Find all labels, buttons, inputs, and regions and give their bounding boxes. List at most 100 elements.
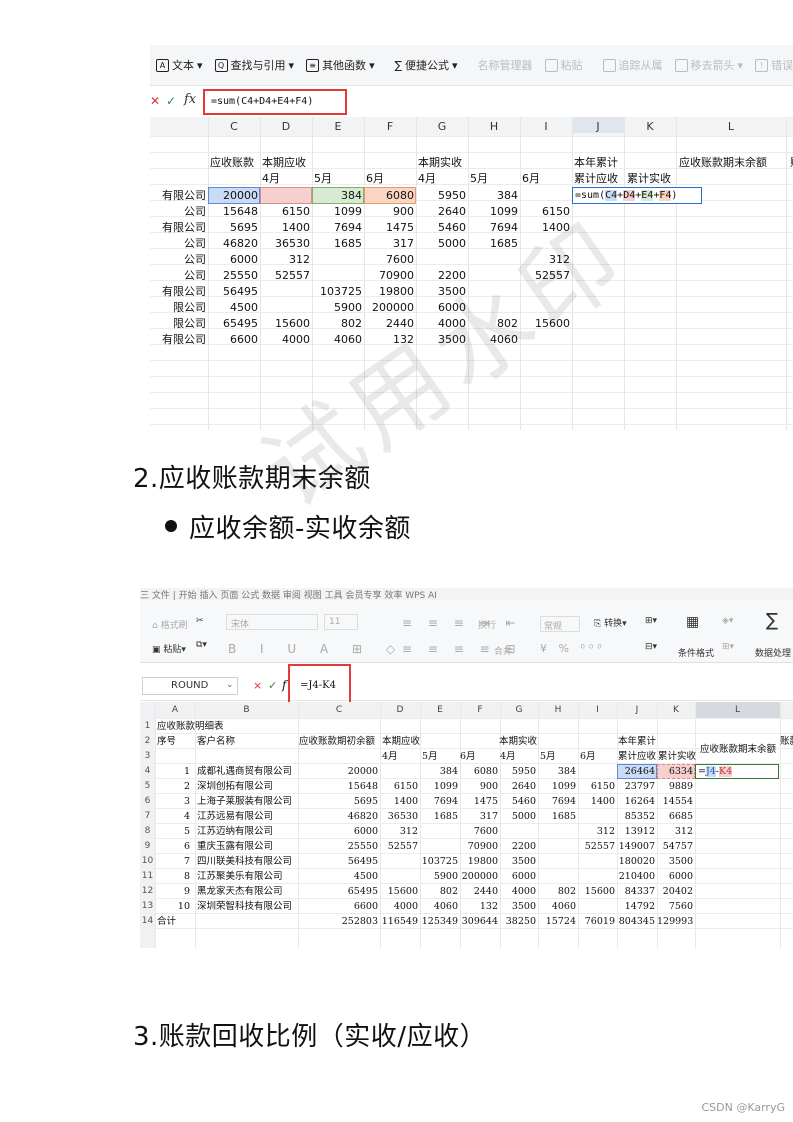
month-cell[interactable]: 5月: [422, 749, 438, 764]
other-functions-button[interactable]: ≡ 其他函数 ▾: [300, 57, 381, 73]
number-cell[interactable]: 65495: [210, 316, 258, 332]
seq-cell[interactable]: 3: [155, 794, 190, 809]
number-cell[interactable]: 20402: [657, 884, 693, 899]
number-cell[interactable]: 802: [420, 884, 458, 899]
column-header[interactable]: H: [538, 702, 578, 718]
row-number[interactable]: 11: [140, 869, 155, 884]
number-cell[interactable]: 5900: [420, 869, 458, 884]
header-cell[interactable]: 累计实收: [627, 171, 671, 187]
number-cell[interactable]: 4060: [538, 899, 576, 914]
cancel-icon[interactable]: ✕: [150, 94, 160, 108]
number-cell[interactable]: 4000: [500, 884, 536, 899]
column-header[interactable]: L: [695, 702, 780, 718]
paste-button[interactable]: ▣ 粘贴▾: [152, 642, 186, 655]
number-cell[interactable]: 4060: [468, 332, 518, 348]
number-cell[interactable]: 802: [468, 316, 518, 332]
header-cell[interactable]: 本期应收: [382, 734, 420, 749]
customer-name-cell[interactable]: 重庆玉露有限公司: [197, 839, 273, 854]
number-cell[interactable]: 5460: [500, 794, 536, 809]
month-cell[interactable]: 6月: [580, 749, 596, 764]
total-cell[interactable]: 804345: [617, 914, 655, 929]
column-header[interactable]: K: [624, 120, 676, 133]
font-select[interactable]: 宋体: [226, 614, 318, 630]
border-icon[interactable]: ⊞▾: [722, 642, 734, 652]
header-cell[interactable]: 账款: [780, 734, 793, 749]
number-cell[interactable]: 1400: [578, 794, 615, 809]
month-cell[interactable]: 5月: [470, 171, 488, 187]
row-number[interactable]: 14: [140, 914, 155, 929]
chevron-down-icon[interactable]: ⌄: [226, 680, 234, 690]
number-cell[interactable]: 2640: [416, 204, 466, 220]
number-cell[interactable]: 13912: [617, 824, 655, 839]
number-cell[interactable]: 15600: [260, 316, 310, 332]
column-header[interactable]: J: [617, 702, 657, 718]
seq-cell[interactable]: 4: [155, 809, 190, 824]
number-cell[interactable]: 802: [312, 316, 362, 332]
font-size-select[interactable]: 11: [324, 614, 358, 630]
column-header[interactable]: G: [500, 702, 538, 718]
column-header[interactable]: I: [520, 120, 572, 133]
number-cell[interactable]: 6685: [657, 809, 693, 824]
row-number[interactable]: 9: [140, 839, 155, 854]
number-cell[interactable]: 15648: [210, 204, 258, 220]
seq-cell[interactable]: 7: [155, 854, 190, 869]
number-cell[interactable]: 5950: [416, 188, 466, 204]
number-cell[interactable]: 6600: [210, 332, 258, 348]
number-cell[interactable]: 25550: [210, 268, 258, 284]
number-cell[interactable]: 6150: [520, 204, 570, 220]
text-functions-button[interactable]: A 文本 ▾: [150, 57, 209, 73]
number-cell[interactable]: 384: [468, 188, 518, 204]
number-cell[interactable]: 132: [364, 332, 414, 348]
number-cell[interactable]: 36530: [380, 809, 418, 824]
number-cell[interactable]: 210400: [617, 869, 655, 884]
number-cell[interactable]: 14554: [657, 794, 693, 809]
number-cell[interactable]: 2440: [364, 316, 414, 332]
number-cell[interactable]: 52557: [578, 839, 615, 854]
number-cell[interactable]: 4060: [312, 332, 362, 348]
customer-name-cell[interactable]: 深圳荣智科技有限公司: [197, 899, 292, 914]
number-cell[interactable]: 1475: [364, 220, 414, 236]
number-cell[interactable]: 317: [364, 236, 414, 252]
number-cell[interactable]: 384: [538, 764, 576, 779]
number-cell[interactable]: 6150: [380, 779, 418, 794]
total-cell[interactable]: 116549: [380, 914, 418, 929]
seq-cell[interactable]: 8: [155, 869, 190, 884]
merge-button[interactable]: 合并: [494, 644, 512, 657]
month-cell[interactable]: 6月: [522, 171, 540, 187]
menu-bar[interactable]: 三 文件 | 开始 插入 页面 公式 数据 审阅 视图 工具 会员专享 效率 W…: [140, 588, 793, 600]
number-cell[interactable]: 384: [420, 764, 458, 779]
number-cell[interactable]: 1400: [520, 220, 570, 236]
number-cell[interactable]: 6600: [298, 899, 378, 914]
number-cell[interactable]: 1099: [468, 204, 518, 220]
customer-name-cell[interactable]: 江苏远易有限公司: [197, 809, 273, 824]
number-cell[interactable]: 46820: [210, 236, 258, 252]
number-cell[interactable]: 3500: [500, 854, 536, 869]
editing-cell-j4[interactable]: =sum(C4+D4+E4+F4): [572, 187, 702, 204]
month-cell[interactable]: 4月: [262, 171, 280, 187]
month-cell[interactable]: 6月: [366, 171, 384, 187]
number-cell[interactable]: 1099: [420, 779, 458, 794]
formula-input[interactable]: =sum(C4+D4+E4+F4): [203, 89, 347, 115]
row-number[interactable]: 7: [140, 809, 155, 824]
row-number[interactable]: 13: [140, 899, 155, 914]
number-cell[interactable]: 52557: [260, 268, 310, 284]
header-cell[interactable]: 序号: [157, 734, 176, 749]
wrap-button[interactable]: 换行: [478, 618, 496, 631]
number-cell[interactable]: 6000: [416, 300, 466, 316]
number-cell[interactable]: 180020: [617, 854, 655, 869]
number-cell[interactable]: 1475: [460, 794, 498, 809]
header-cell[interactable]: 应收账款期末余额: [700, 742, 776, 757]
copy-icon[interactable]: ⧉▾: [196, 640, 207, 650]
header-cell[interactable]: 累计应收: [618, 749, 656, 764]
month-cell[interactable]: 4月: [418, 171, 436, 187]
convert-button[interactable]: ⎘ 转换▾: [594, 616, 627, 629]
number-cell[interactable]: 317: [460, 809, 498, 824]
number-cell[interactable]: 4000: [416, 316, 466, 332]
trace-dependents-button[interactable]: 追踪从属: [597, 57, 669, 73]
number-cell[interactable]: 7694: [468, 220, 518, 236]
number-cell[interactable]: 56495: [298, 854, 378, 869]
number-cell[interactable]: 312: [260, 252, 310, 268]
cond-format-icon[interactable]: ▦: [686, 614, 699, 630]
confirm-icon[interactable]: ✓: [166, 94, 176, 108]
header-cell[interactable]: 应收账款期末余额: [679, 155, 767, 171]
